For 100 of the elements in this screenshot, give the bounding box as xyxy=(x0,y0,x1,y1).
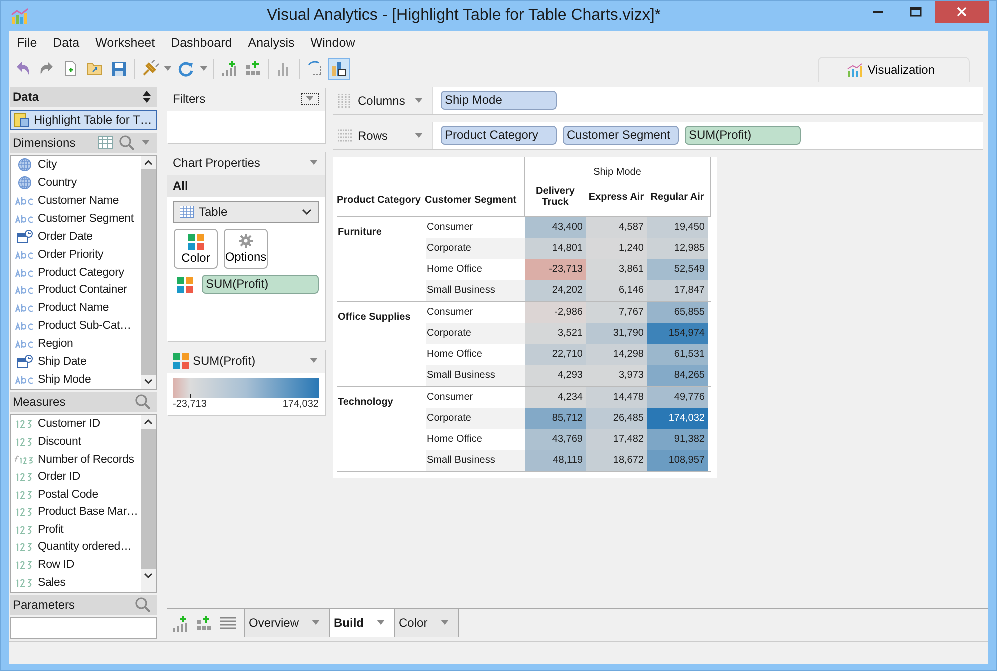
field-item[interactable]: Discount xyxy=(11,433,141,451)
options-button[interactable]: Options xyxy=(224,229,268,269)
shelf-label: Rows xyxy=(358,128,390,142)
list-icon[interactable] xyxy=(220,617,236,631)
menu-item[interactable]: Window xyxy=(302,36,364,52)
add-chart-icon xyxy=(220,60,238,78)
sheet-tab[interactable]: Build xyxy=(329,609,394,637)
scrollbar[interactable] xyxy=(141,156,156,389)
row-header: Corporate xyxy=(426,323,525,344)
table-cell: 52,549 xyxy=(647,259,708,280)
color-grid-icon xyxy=(177,276,193,292)
field-item[interactable]: Product Name xyxy=(11,299,141,318)
field-item[interactable]: Order Date xyxy=(11,228,141,246)
table-cell: -2,986 xyxy=(525,302,586,323)
field-item[interactable]: Region xyxy=(11,334,141,353)
field-item[interactable]: City xyxy=(11,156,141,174)
dropdown-arrow-icon[interactable] xyxy=(309,358,319,364)
menu-item[interactable]: Dashboard xyxy=(163,36,240,52)
table-cell: 85,712 xyxy=(525,408,586,429)
field-item[interactable]: Ship Mode xyxy=(11,370,141,388)
field-item[interactable]: Quantity ordered… xyxy=(11,538,141,556)
section-title: Measures xyxy=(13,394,66,409)
dropdown-arrow-icon[interactable] xyxy=(141,140,151,146)
chart-type-dropdown[interactable]: Table xyxy=(173,201,319,223)
text-type-icon xyxy=(14,320,36,332)
row-header: Corporate xyxy=(426,238,525,259)
field-item[interactable]: Product Container xyxy=(11,281,141,300)
table-view-icon[interactable] xyxy=(98,136,113,150)
table-cell: 31,790 xyxy=(586,323,647,344)
field-item[interactable]: Product Category xyxy=(11,264,141,282)
dropdown-arrow-icon[interactable] xyxy=(414,98,424,104)
plug-icon xyxy=(141,60,159,78)
visualization-tab[interactable]: Visualization xyxy=(818,57,970,82)
shelf-label: Columns xyxy=(358,94,406,108)
layout-icon xyxy=(330,60,348,78)
table-cell: 24,202 xyxy=(525,280,586,301)
search-icon[interactable] xyxy=(135,394,151,410)
field-pill[interactable]: Ship Mode xyxy=(441,91,557,110)
data-source-item[interactable]: Highlight Table for T… xyxy=(10,110,157,130)
legend-label: -23,713 xyxy=(173,399,207,410)
search-icon[interactable] xyxy=(119,134,135,151)
color-grid-icon xyxy=(173,353,189,369)
scrollbar[interactable] xyxy=(141,414,156,592)
dropdown-arrow-icon[interactable] xyxy=(376,620,386,626)
field-item[interactable]: Product Sub-Cat… xyxy=(11,317,141,335)
table-cell: 4,587 xyxy=(586,217,647,238)
dropdown-arrow-icon[interactable] xyxy=(199,66,209,72)
dropdown-arrow-icon[interactable] xyxy=(414,132,424,138)
save-icon xyxy=(110,60,128,78)
table-cell: 65,855 xyxy=(647,302,708,323)
field-item[interactable]: Customer Segment xyxy=(11,210,141,228)
field-pill[interactable]: Product Category xyxy=(441,126,557,145)
toolbar-button[interactable] xyxy=(328,58,350,80)
field-item[interactable]: Row ID xyxy=(11,556,141,574)
table-cell: 3,973 xyxy=(586,365,647,386)
field-item[interactable]: Ship Date xyxy=(11,352,141,371)
table-cell: 3,521 xyxy=(525,323,586,344)
column-header: Express Air xyxy=(588,190,646,204)
field-item[interactable]: Sales xyxy=(11,574,141,592)
field-item[interactable]: Country xyxy=(11,174,141,192)
dropdown-arrow-icon[interactable] xyxy=(309,160,319,166)
data-source-icon xyxy=(14,112,30,128)
field-item[interactable]: Customer Name xyxy=(11,192,141,210)
dropdown-arrow-icon[interactable] xyxy=(440,620,450,626)
field-item[interactable]: Profit xyxy=(11,521,141,539)
column-header: Customer Segment xyxy=(425,157,525,216)
dropdown-arrow-icon[interactable] xyxy=(163,66,173,72)
sort-arrows-icon[interactable] xyxy=(143,91,151,103)
table-cell: 22,710 xyxy=(525,344,586,365)
add-table-icon[interactable] xyxy=(196,616,212,632)
menu-item[interactable]: File xyxy=(9,36,46,52)
menu-item[interactable]: Data xyxy=(45,36,88,52)
field-item[interactable]: Order Priority xyxy=(11,246,141,264)
dropdown-arrow-icon[interactable] xyxy=(311,620,322,626)
field-item[interactable]: Order ID xyxy=(11,468,141,486)
table-cell: 4,293 xyxy=(525,365,586,386)
menu-item[interactable]: Worksheet xyxy=(88,36,164,52)
sheet-tab[interactable]: Overview xyxy=(244,609,330,637)
field-pill[interactable]: SUM(Profit) xyxy=(685,126,801,145)
field-item[interactable]: Product Base Mar… xyxy=(11,504,141,522)
table-cell: 61,531 xyxy=(647,344,708,365)
table-cell: 84,265 xyxy=(647,365,708,386)
minimize-icon xyxy=(873,11,883,13)
field-pill[interactable]: SUM(Profit) xyxy=(202,275,319,294)
field-item[interactable]: Number of Records xyxy=(11,450,141,468)
sheet-tab[interactable]: Color xyxy=(394,609,459,637)
table-cell: 19,450 xyxy=(647,217,708,238)
color-button[interactable]: Color xyxy=(174,229,218,269)
column-header: Product Category xyxy=(337,194,422,208)
filters-menu-button[interactable] xyxy=(301,93,319,105)
add-chart-icon[interactable] xyxy=(172,616,188,632)
table-cell: 108,957 xyxy=(647,450,708,471)
field-item[interactable]: Customer ID xyxy=(11,416,141,434)
menu-item[interactable]: Analysis xyxy=(240,36,303,52)
text-type-icon xyxy=(14,284,36,296)
table-cell: 18,672 xyxy=(586,450,647,471)
field-pill[interactable]: Customer Segment xyxy=(563,126,679,145)
field-item[interactable]: Postal Code xyxy=(11,486,141,504)
close-button[interactable] xyxy=(935,1,989,23)
search-icon[interactable] xyxy=(135,596,151,613)
